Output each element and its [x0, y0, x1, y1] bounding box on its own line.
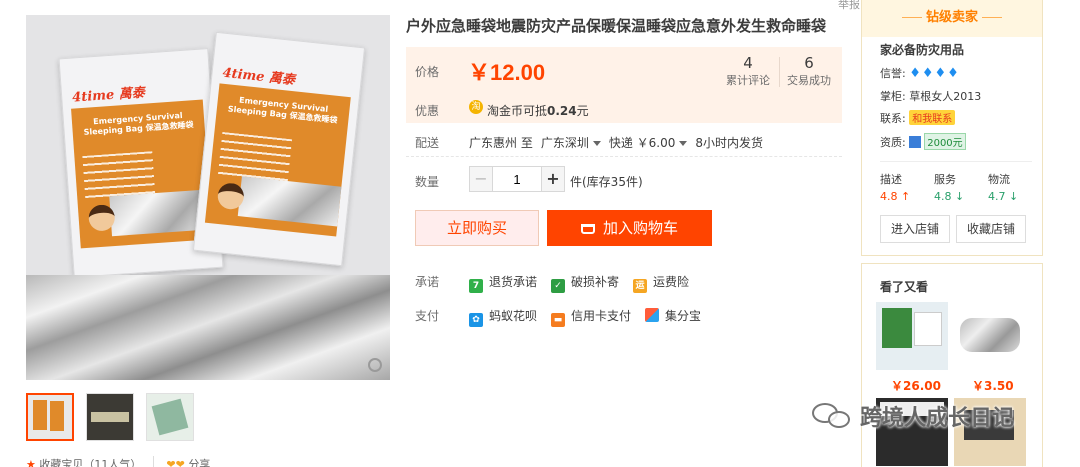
return-icon: 7 [469, 279, 483, 293]
add-to-cart-button[interactable]: 加入购物车 [547, 210, 712, 246]
credit-line: 信誉: ♦♦♦♦ [880, 66, 960, 81]
jifenbao-icon [645, 308, 660, 322]
review-stat[interactable]: 4 累计评论 [726, 55, 780, 88]
foil-blanket [26, 275, 390, 380]
promo-row: 优惠 淘 淘金币可抵0.24元 [406, 93, 842, 123]
star-icon: ★ [26, 458, 36, 467]
express-select[interactable]: 快递 ￥6.00 [609, 134, 688, 151]
shop-card: 钻级卖家 家必备防灾用品 信誉: ♦♦♦♦ 掌柜: 草根女人2013 联系: 和… [861, 0, 1043, 256]
deposit-badge[interactable]: 2000元 [924, 133, 966, 150]
share-link[interactable]: ❤❤ 分享 [166, 456, 210, 467]
shop-name[interactable]: 家必备防灾用品 [880, 41, 964, 58]
recommend-price-2: ￥3.50 [972, 379, 1014, 393]
score-service: 服务 4.8 ↓ [934, 173, 965, 203]
thumb-bags[interactable] [26, 393, 74, 441]
price-box: 价格 ￥12.00 4 累计评论 6 交易成功 [406, 47, 842, 93]
thumb-green[interactable] [146, 393, 194, 441]
quantity-stepper: − + [469, 166, 565, 192]
price-value: ￥12.00 [468, 60, 546, 85]
coin-icon: 淘 [469, 100, 483, 114]
credit-card-icon: ▬ [551, 313, 566, 327]
quantity-input[interactable] [493, 166, 541, 192]
report-link[interactable]: 举报 [838, 0, 860, 12]
recommend-item-2[interactable] [954, 302, 1026, 370]
jifenbao-pay[interactable]: 集分宝 [645, 307, 701, 327]
arrow-down-icon: ↓ [1009, 190, 1019, 203]
payment-row: ✿ 蚂蚁花呗 ▬ 信用卡支付 集分宝 [469, 307, 701, 327]
stock-text: 件(库存35件) [570, 175, 643, 189]
favorite-shop-button[interactable]: 收藏店铺 [956, 215, 1026, 243]
insurance-icon: 运 [633, 279, 648, 293]
increase-button[interactable]: + [541, 166, 565, 192]
deal-stat[interactable]: 6 交易成功 [787, 55, 831, 88]
seller-level: 钻级卖家 [862, 0, 1042, 37]
payment-label: 支付 [415, 309, 440, 323]
cart-icon [580, 224, 595, 234]
zoom-icon[interactable] [368, 358, 382, 372]
price-label: 价格 [415, 65, 440, 79]
wechat-icon [812, 401, 854, 431]
freight-insurance[interactable]: 运运费险 [633, 273, 689, 293]
damage-promise[interactable]: ✓ 破损补寄 [551, 273, 619, 293]
score-logistics: 物流 4.7 ↓ [988, 173, 1019, 203]
keeper-line: 掌柜: 草根女人2013 [880, 90, 982, 103]
enter-shop-button[interactable]: 进入店铺 [880, 215, 950, 243]
chevron-down-icon [679, 141, 688, 146]
return-promise[interactable]: 7 退货承诺 [469, 273, 537, 293]
collect-share-row: ★ 收藏宝贝（11人气） ❤❤ 分享 [26, 456, 210, 467]
share-icon: ❤❤ [166, 458, 185, 467]
arrow-down-icon: ↓ [955, 190, 965, 203]
bag-right: 4time 萬泰 Emergency Survival Sleeping Bag… [192, 31, 366, 267]
main-product-image[interactable]: 4time 萬泰 Emergency Survival Sleeping Bag… [26, 15, 390, 380]
collect-link[interactable]: ★ 收藏宝贝（11人气） [26, 456, 141, 467]
promise-label: 承诺 [415, 275, 440, 289]
huabei-pay[interactable]: ✿ 蚂蚁花呗 [469, 307, 537, 327]
recommend-item-1[interactable] [876, 302, 948, 370]
quantity-label: 数量 [415, 175, 440, 189]
shipping-row: 广东惠州 至 广东深圳 快递 ￥6.00 8小时内发货 [469, 134, 764, 151]
id-card-icon[interactable] [909, 136, 922, 148]
credit-card-pay[interactable]: ▬ 信用卡支付 [551, 307, 631, 327]
also-viewed-panel: 看了又看 ￥26.00 ￥3.50 [861, 263, 1043, 467]
destination-select[interactable]: 广东深圳 [541, 134, 601, 151]
shipping-label: 配送 [415, 136, 440, 150]
score-description: 描述 4.8 ↑ [880, 173, 911, 203]
diamond-icon: ♦♦♦♦ [909, 66, 960, 81]
arrow-up-icon: ↑ [901, 190, 911, 203]
thumbnail-strip [26, 393, 194, 441]
decrease-button[interactable]: − [469, 166, 493, 192]
thumb-dark[interactable] [86, 393, 134, 441]
promise-row: 7 退货承诺 ✓ 破损补寄 运运费险 [469, 273, 689, 293]
contact-button[interactable]: 和我联系 [909, 110, 956, 125]
product-title: 户外应急睡袋地震防灾产品保暖保温睡袋应急意外发生救命睡袋 [406, 17, 827, 35]
huabei-icon: ✿ [469, 313, 483, 327]
qualification-line: 资质: 2000元 [880, 133, 966, 150]
buy-now-button[interactable]: 立即购买 [415, 210, 539, 246]
shield-icon: ✓ [551, 279, 566, 293]
chevron-down-icon [592, 141, 601, 146]
also-viewed-title: 看了又看 [880, 280, 929, 294]
recommend-price-1: ￥26.00 [891, 379, 941, 393]
contact-line: 联系: 和我联系 [880, 110, 956, 126]
wechat-watermark: 跨境人成长日记 [812, 400, 1014, 432]
